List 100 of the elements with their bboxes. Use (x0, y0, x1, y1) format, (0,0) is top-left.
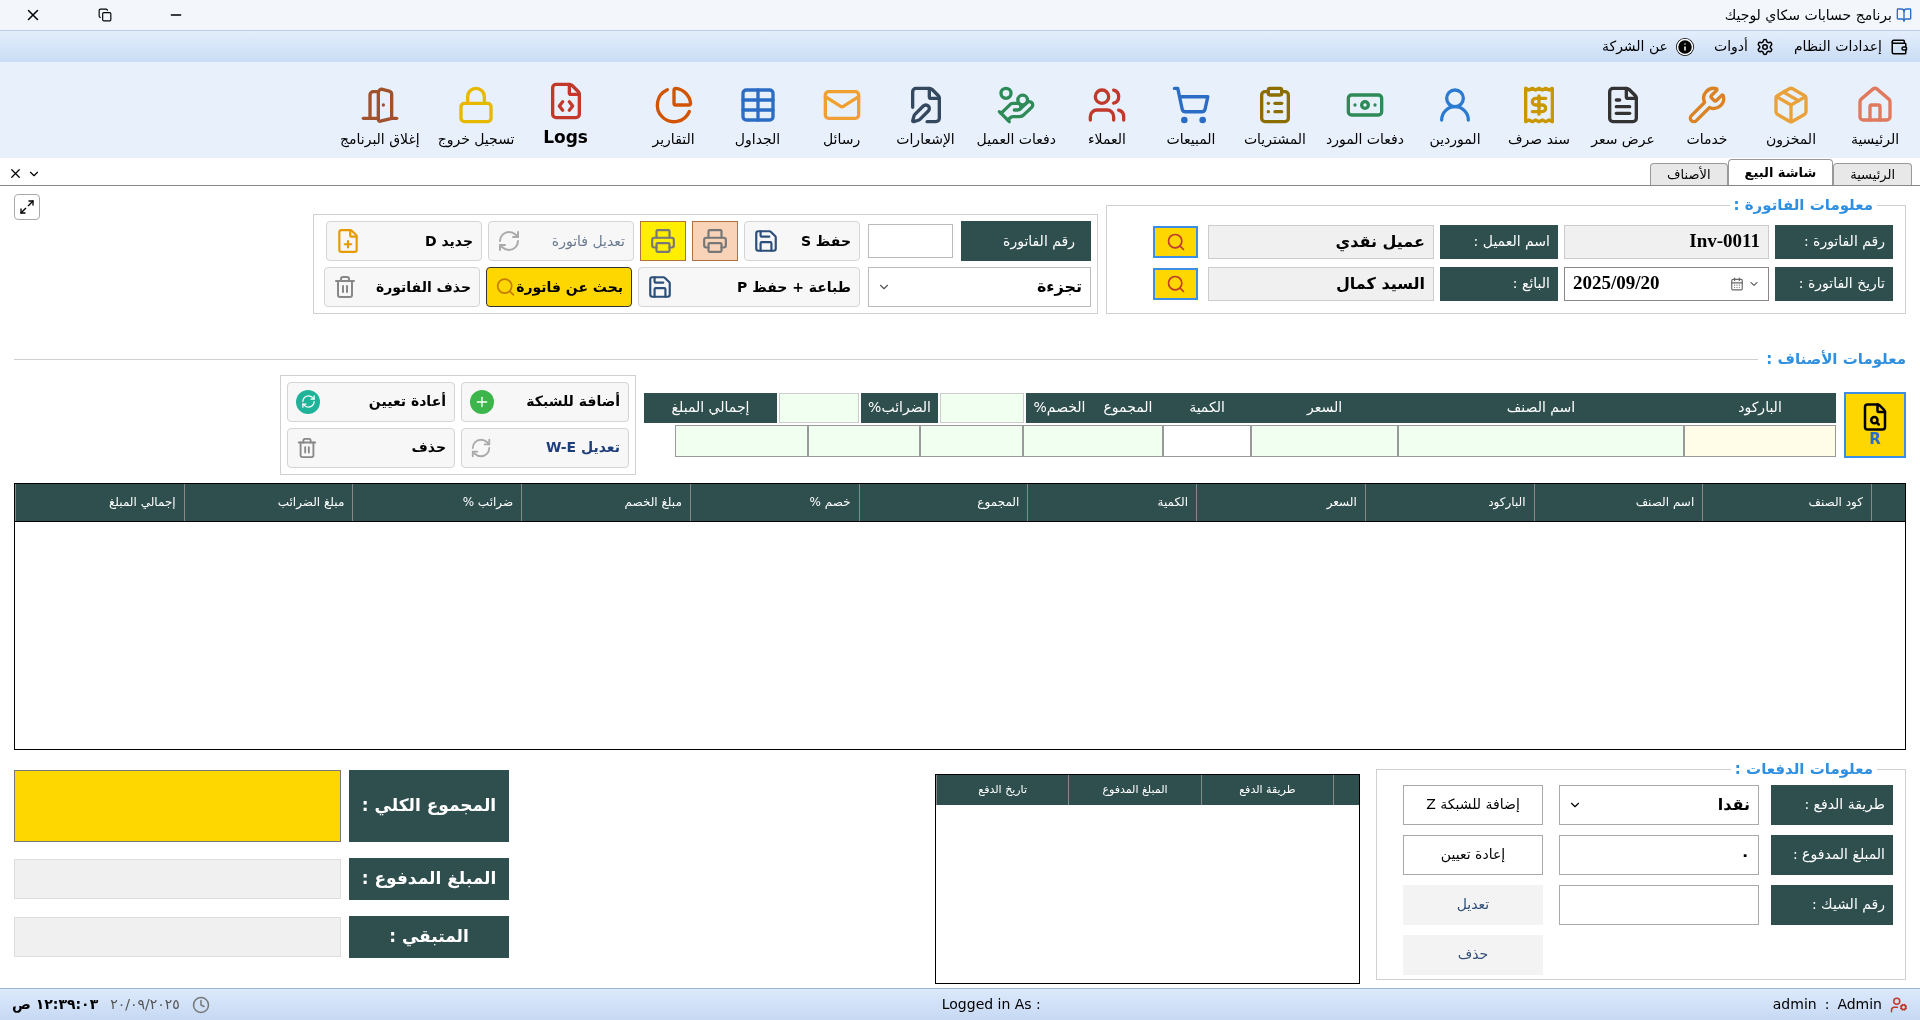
input-field[interactable] (1559, 884, 1759, 925)
column-header: ضرائب % (352, 483, 522, 521)
printer-button[interactable] (640, 221, 686, 261)
percent-input[interactable] (940, 392, 1024, 423)
magnifier-icon (495, 276, 517, 298)
toolbar-button[interactable]: سند صرف (1506, 85, 1572, 150)
delete-item-button[interactable]: حذف (287, 427, 455, 468)
entry-field[interactable] (1684, 424, 1836, 457)
menu-item[interactable]: إعدادات النظام (1793, 36, 1908, 57)
column-header: المبلغ المدفوع (1068, 775, 1201, 805)
entry-field[interactable] (808, 424, 920, 457)
payment-button[interactable]: إضافة للشبكة Z (1403, 784, 1543, 825)
column-header: تاريخ الدفع (936, 775, 1069, 805)
text-field[interactable]: Inv-0011 (1564, 224, 1769, 259)
refresh-check-icon (497, 229, 521, 253)
entry-field[interactable] (675, 424, 808, 457)
column-header: كود الصنف (1702, 483, 1871, 521)
sale-type-dropdown[interactable]: تجزءة (868, 267, 1091, 307)
column-label: الضرائب% (861, 392, 938, 423)
toolbar-button[interactable]: الجداول (724, 85, 791, 150)
field-label: المبلغ المدفوع : (1771, 834, 1893, 875)
search-invoice-button[interactable]: بحث عن فاتورة (486, 267, 632, 307)
pie-chart-icon (653, 85, 694, 125)
restore-icon[interactable] (98, 8, 112, 22)
date-picker[interactable]: 2025/09/20 (1564, 266, 1769, 301)
toolbar-button[interactable]: دفعات العميل (976, 85, 1056, 150)
box-icon (1771, 85, 1811, 125)
window-title: برنامج حسابات سكاي لوجيك (1724, 5, 1892, 26)
entry-field[interactable] (1251, 424, 1398, 457)
toolbar-button[interactable]: خدمات (1674, 85, 1740, 150)
payment-button[interactable]: إعادة تعيين (1403, 834, 1543, 875)
toolbar-button[interactable]: عرض سعر (1590, 85, 1656, 150)
percent-input[interactable] (779, 392, 859, 423)
column-header: مبلغ الخصم (521, 483, 690, 521)
toolbar-button[interactable]: الموردين (1422, 85, 1488, 150)
column-label: المجموع (1093, 392, 1163, 423)
gear-icon (1755, 37, 1774, 56)
field-label: تاريخ الفاتورة : (1775, 266, 1893, 301)
user-role: Admin (1837, 995, 1882, 1014)
toolbar-button[interactable]: التقارير (640, 85, 707, 150)
dropdown-icon (1730, 276, 1760, 291)
new-document-icon (335, 228, 361, 254)
clock-icon (191, 995, 210, 1014)
entry-field[interactable] (920, 424, 1023, 457)
cart-icon (1170, 85, 1211, 125)
toolbar-button[interactable]: الرئيسية (1842, 85, 1908, 150)
input-field[interactable]: ٠ (1559, 834, 1759, 875)
toolbar-button[interactable]: تسجيل خروج (437, 85, 515, 150)
refresh-icon (296, 389, 320, 414)
toolbar-button[interactable]: المشتريات (1241, 85, 1308, 150)
entry-field[interactable] (1398, 424, 1684, 457)
column-header: الكمية (1027, 483, 1197, 521)
total-label: المجموع الكلي : (349, 770, 509, 842)
menu-item[interactable]: عن الشركة (1601, 36, 1694, 57)
search-icon (1165, 273, 1186, 294)
entry-field[interactable] (1023, 424, 1163, 457)
toolbar-button[interactable]: رسائل (808, 85, 875, 150)
lookup-field[interactable]: عميل نقدي (1208, 224, 1434, 259)
item-search-button[interactable]: R (1844, 391, 1906, 458)
trash-icon (333, 275, 357, 299)
tab[interactable]: الأصناف (1650, 163, 1728, 185)
entry-field[interactable] (1163, 424, 1251, 457)
wrench-icon (1687, 85, 1727, 125)
printer-icon (702, 228, 728, 254)
column-label: الباركود (1684, 392, 1836, 423)
toolbar-button[interactable]: إغلاق البرنامج (339, 85, 420, 150)
toolbar-button[interactable]: دفعات المورد (1325, 85, 1404, 150)
invoice-number-input[interactable] (868, 224, 953, 258)
search-button[interactable] (1153, 267, 1198, 300)
toolbar-button[interactable]: المخزون (1758, 85, 1824, 150)
group-title: معلومات الدفعات : (1733, 759, 1874, 780)
date-text: ٢٠/٠٩/٢٠٢٥ (110, 995, 180, 1014)
edit-item-button[interactable]: تعديل W-E (461, 427, 629, 468)
field-label: رقم الشيك : (1771, 884, 1893, 925)
info-icon (1676, 37, 1694, 56)
tab[interactable]: شاشة البيع (1727, 159, 1834, 185)
toolbar-button[interactable]: الإشعارات (892, 85, 959, 150)
save-button[interactable]: حفظ S (744, 221, 860, 261)
group-title: معلومات الأصناف : (1766, 349, 1906, 370)
lookup-field[interactable]: السيد كمال (1208, 266, 1434, 301)
printer-icon (650, 228, 676, 254)
reset-item-button[interactable]: أعادة تعيين (287, 381, 455, 422)
menu-item[interactable]: أدوات (1714, 36, 1774, 57)
column-label: الخصم% (1026, 392, 1093, 423)
tab[interactable]: الرئيسية (1833, 163, 1912, 185)
column-header: طريقة الدفع (1200, 775, 1333, 805)
toolbar-button[interactable]: Logs (532, 80, 599, 150)
search-button[interactable] (1153, 225, 1198, 258)
delete-button[interactable]: حذف الفاتورة (324, 267, 480, 307)
printer-button[interactable] (692, 221, 738, 261)
payment-method-dropdown[interactable]: نقدا (1559, 784, 1759, 825)
column-header: خصم % (689, 483, 859, 521)
close-icon[interactable] (8, 166, 23, 181)
toolbar-button[interactable]: المبيعات (1157, 85, 1224, 150)
expand-icon[interactable] (14, 194, 40, 220)
hand-coins-icon (996, 85, 1037, 125)
toolbar-button[interactable]: العملاء (1073, 85, 1140, 150)
new-button[interactable]: جديد D (326, 221, 482, 261)
add-item-button[interactable]: أضافة للشبكة (461, 381, 629, 422)
time-text: ١٢:٣٩:٠٣ ص (12, 995, 99, 1015)
